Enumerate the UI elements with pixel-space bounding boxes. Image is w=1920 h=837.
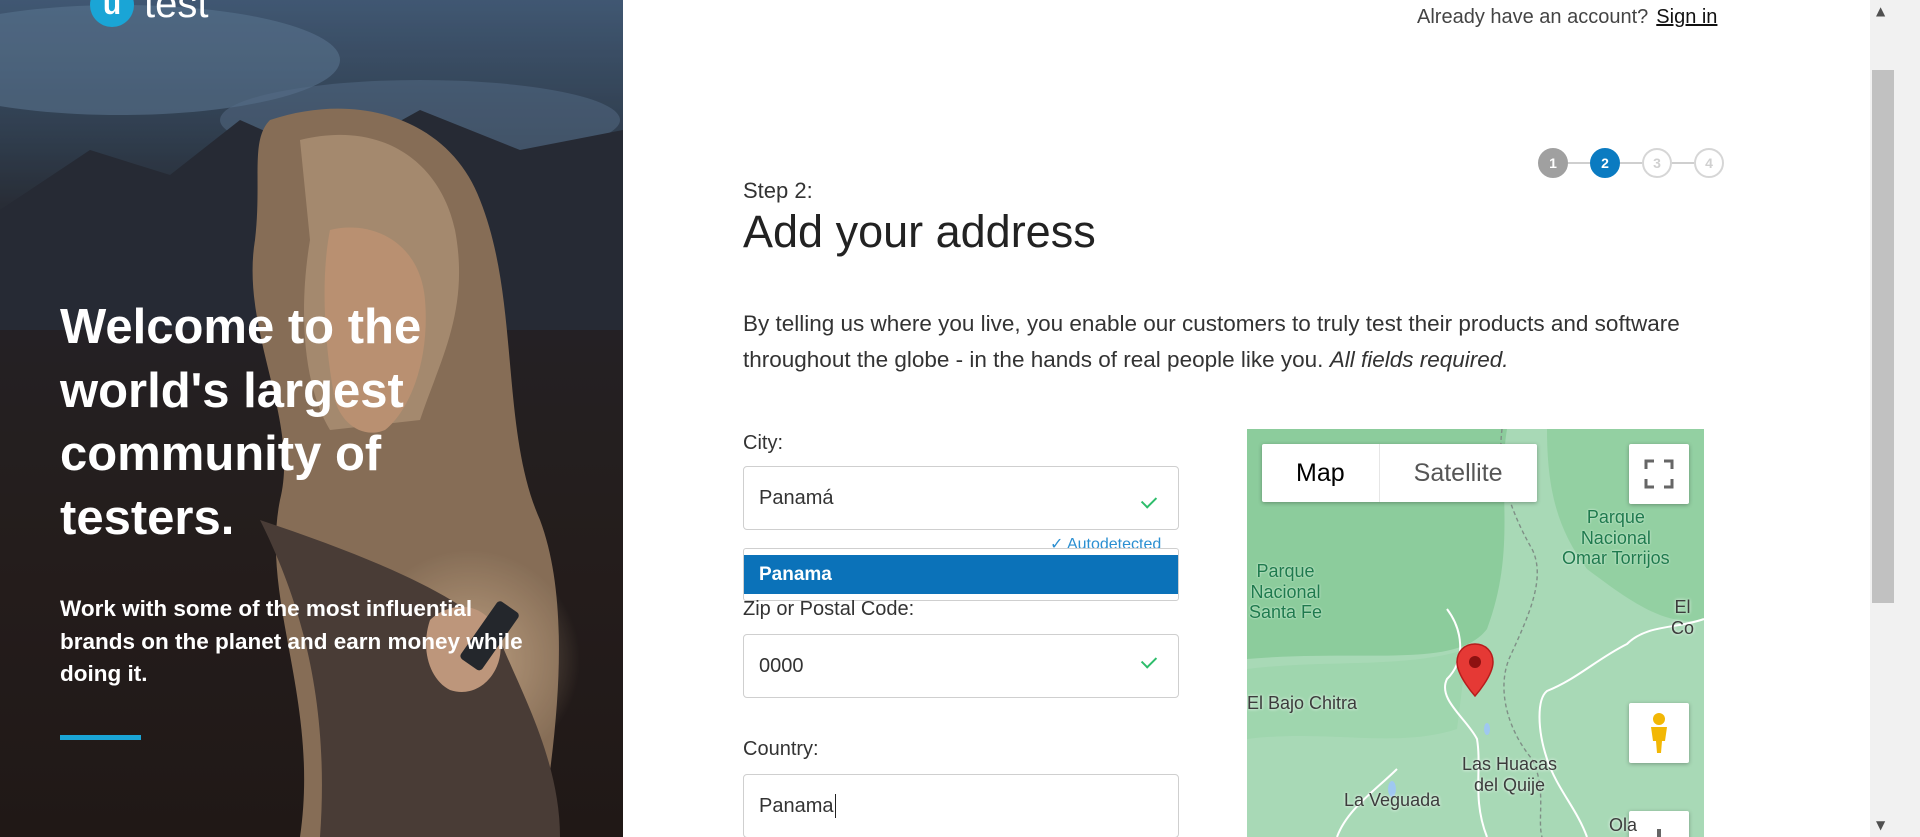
logo-text: test: [144, 0, 209, 26]
have-account-text: Already have an account?: [1417, 6, 1649, 28]
scroll-up-arrow-icon[interactable]: ▲: [1876, 4, 1885, 18]
plus-icon: [1657, 829, 1661, 837]
signin-prompt: Already have an account? Sign in: [1417, 6, 1717, 29]
intro-text: By telling us where you live, you enable…: [743, 306, 1703, 378]
map-label-el-co: El Co: [1670, 597, 1694, 638]
map-type-satellite-button[interactable]: Satellite: [1380, 444, 1537, 502]
stepper-connector: [1568, 162, 1590, 164]
step-label: Step 2:: [743, 178, 813, 203]
zip-label: Zip or Postal Code:: [743, 598, 915, 620]
map-type-control: Map Satellite: [1262, 444, 1537, 502]
map-label-la-veguada: La Veguada: [1344, 790, 1441, 810]
zoom-in-button[interactable]: [1629, 811, 1689, 837]
stepper-connector: [1672, 162, 1694, 164]
map-label-parque-santa-fe: Parque Nacional Santa Fe: [1249, 561, 1322, 623]
hero-title: Welcome to the world's largest community…: [60, 300, 422, 546]
sign-in-link[interactable]: Sign in: [1656, 6, 1717, 28]
page-scrollbar[interactable]: ▲ ▼: [1870, 0, 1920, 837]
intro-body: By telling us where you live, you enable…: [743, 311, 1680, 372]
map-label-bajo-chitra: El Bajo Chitra: [1247, 693, 1358, 713]
progress-stepper: 1 2 3 4: [1538, 148, 1728, 178]
hero-subtitle: Work with some of the most influential b…: [60, 596, 523, 687]
hero-accent-bar: [60, 735, 141, 740]
map-label-text: Parque Nacional Santa Fe: [1249, 561, 1323, 623]
text-caret: [834, 794, 836, 818]
step-4: 4: [1694, 148, 1724, 178]
map-label-las-huacas: Las Huacas del Quije: [1462, 754, 1557, 795]
map-label-text: Las Huacas del Quije: [1462, 754, 1558, 795]
step-2: 2: [1590, 148, 1620, 178]
fullscreen-icon: [1644, 459, 1674, 489]
fullscreen-button[interactable]: [1629, 444, 1689, 504]
map-type-map-button[interactable]: Map: [1262, 444, 1380, 502]
pegman-icon: [1651, 713, 1667, 753]
zip-value: 0000: [759, 654, 804, 677]
city-label: City:: [743, 432, 783, 454]
valid-check-icon: [1140, 652, 1158, 669]
hero-panel: u test Welcome to the world's largest co…: [0, 0, 623, 837]
city-suggestion-option[interactable]: Panama: [744, 555, 1178, 594]
city-suggestions-dropdown: Panama: [743, 548, 1179, 601]
step-3: 3: [1642, 148, 1672, 178]
scroll-down-arrow-icon[interactable]: ▼: [1876, 818, 1885, 832]
map-label-ola: Ola: [1609, 815, 1638, 835]
street-view-pegman-button[interactable]: [1629, 703, 1689, 763]
required-note: All fields required.: [1329, 347, 1509, 372]
logo-mark-icon: u: [90, 0, 134, 27]
scrollbar-thumb[interactable]: [1872, 70, 1894, 603]
step-1: 1: [1538, 148, 1568, 178]
country-label: Country:: [743, 738, 819, 760]
location-marker-icon[interactable]: [1455, 642, 1495, 698]
valid-check-icon: [1140, 492, 1158, 509]
location-map[interactable]: Map Satellite Parque Nacional Santa Fe P…: [1247, 429, 1704, 837]
brand-logo[interactable]: u test: [90, 0, 208, 27]
zip-input[interactable]: 0000: [743, 634, 1179, 698]
map-label-text: Parque Nacional Omar Torrijos: [1562, 507, 1670, 569]
city-value: Panamá: [759, 486, 834, 509]
country-input[interactable]: Panama: [743, 774, 1179, 837]
country-value: Panama: [759, 794, 834, 817]
city-input[interactable]: Panamá: [743, 466, 1179, 530]
page-title: Add your address: [743, 206, 1096, 257]
stepper-connector: [1620, 162, 1642, 164]
map-label-parque-torrijos: Parque Nacional Omar Torrijos: [1562, 507, 1670, 569]
